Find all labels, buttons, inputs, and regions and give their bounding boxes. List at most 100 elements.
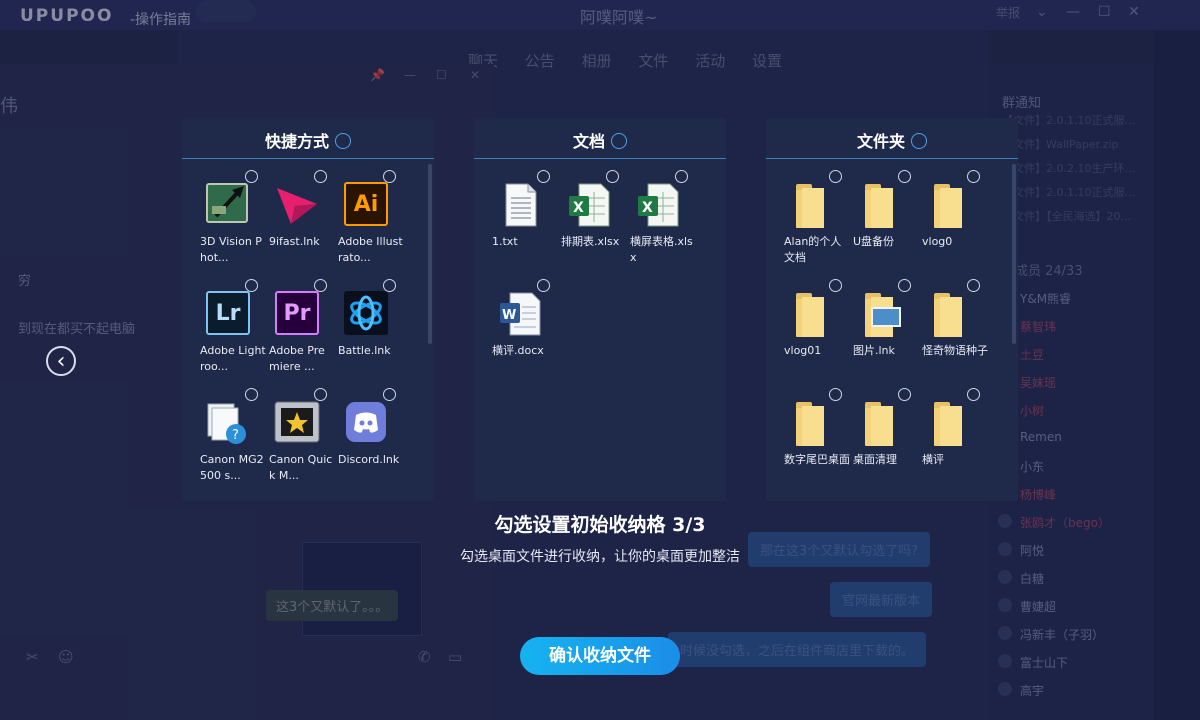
panel-title: 文件夹	[856, 132, 905, 151]
folder-icon	[788, 398, 836, 446]
select-checkbox[interactable]	[606, 170, 619, 183]
file-label: 1.txt	[492, 235, 518, 248]
panel-shortcuts: 快捷方式 3D Vision Phot... 9ifast.lnk Ai Ado…	[182, 118, 434, 501]
lightroom-icon: Lr	[204, 289, 252, 337]
select-checkbox[interactable]	[245, 170, 258, 183]
panel-documents: 文档 1.txt X 排期表.xlsx X 横屏表格.xlsx W 横评.doc…	[474, 118, 726, 501]
select-all-checkbox[interactable]	[911, 133, 927, 149]
select-checkbox[interactable]	[383, 388, 396, 401]
file-tile[interactable]: 桌面清理	[853, 388, 919, 496]
file-tile[interactable]: 9ifast.lnk	[269, 170, 335, 278]
select-checkbox[interactable]	[829, 388, 842, 401]
excel-file-icon: X	[634, 180, 682, 228]
folder-icon	[788, 180, 836, 228]
3d-vision-icon	[204, 180, 252, 228]
file-tile[interactable]: X 横屏表格.xlsx	[630, 170, 696, 278]
picture-folder-icon	[857, 289, 905, 337]
file-label: 横屏表格.xlsx	[630, 235, 693, 264]
file-tile[interactable]: vlog01	[784, 279, 850, 387]
file-label: vlog01	[784, 344, 822, 357]
file-tile[interactable]: ? Canon MG2500 s...	[200, 388, 266, 496]
select-all-checkbox[interactable]	[611, 133, 627, 149]
file-tile[interactable]: Discord.lnk	[338, 388, 404, 496]
file-label: U盘备份	[853, 235, 895, 248]
folder-icon	[926, 398, 974, 446]
file-tile[interactable]: Pr Adobe Premiere ...	[269, 279, 335, 387]
select-checkbox[interactable]	[537, 279, 550, 292]
select-checkbox[interactable]	[537, 170, 550, 183]
canon-quick-menu-icon	[273, 398, 321, 446]
select-checkbox[interactable]	[245, 279, 258, 292]
file-tile[interactable]: Alan的个人文档	[784, 170, 850, 278]
file-tile[interactable]: 数字尾巴桌面	[784, 388, 850, 496]
file-tile[interactable]: vlog0	[922, 170, 988, 278]
word-file-icon: W	[496, 289, 544, 337]
select-checkbox[interactable]	[898, 388, 911, 401]
svg-text:X: X	[642, 200, 653, 216]
file-label: 怪奇物语种子	[922, 344, 988, 357]
folder-icon	[788, 289, 836, 337]
file-tile[interactable]: Ai Adobe Illustrato...	[338, 170, 404, 278]
select-checkbox[interactable]	[314, 170, 327, 183]
file-label: 9ifast.lnk	[269, 235, 320, 248]
file-label: Adobe Lightroo...	[200, 344, 266, 373]
confirm-storage-button[interactable]: 确认收纳文件	[520, 637, 680, 675]
select-checkbox[interactable]	[383, 279, 396, 292]
folder-icon	[926, 180, 974, 228]
file-label: Alan的个人文档	[784, 235, 842, 264]
premiere-icon: Pr	[273, 289, 321, 337]
file-label: Discord.lnk	[338, 453, 400, 466]
file-label: Battle.lnk	[338, 344, 391, 357]
select-checkbox[interactable]	[829, 279, 842, 292]
select-checkbox[interactable]	[314, 388, 327, 401]
select-checkbox[interactable]	[675, 170, 688, 183]
panel-scrollbar[interactable]	[428, 164, 432, 344]
file-label: 横评.docx	[492, 344, 544, 357]
panel-header: 文档	[474, 118, 726, 159]
file-tile[interactable]: Battle.lnk	[338, 279, 404, 387]
select-checkbox[interactable]	[245, 388, 258, 401]
file-label: Canon Quick M...	[269, 453, 333, 482]
panel-scrollbar[interactable]	[1012, 164, 1016, 344]
file-tile[interactable]: 图片.lnk	[853, 279, 919, 387]
file-tile[interactable]: Lr Adobe Lightroo...	[200, 279, 266, 387]
panel-header: 文件夹	[766, 118, 1018, 159]
file-label: 3D Vision Phot...	[200, 235, 262, 264]
svg-text:?: ?	[232, 428, 239, 443]
select-checkbox[interactable]	[829, 170, 842, 183]
folder-icon	[926, 289, 974, 337]
text-file-icon	[496, 180, 544, 228]
select-checkbox[interactable]	[967, 170, 980, 183]
panel-header: 快捷方式	[182, 118, 434, 159]
previous-step-button[interactable]: ‹	[46, 346, 76, 376]
file-label: 桌面清理	[853, 453, 897, 466]
select-checkbox[interactable]	[314, 279, 327, 292]
select-checkbox[interactable]	[967, 279, 980, 292]
file-tile[interactable]: Canon Quick M...	[269, 388, 335, 496]
select-all-checkbox[interactable]	[335, 133, 351, 149]
file-tile[interactable]: 3D Vision Phot...	[200, 170, 266, 278]
folder-icon	[857, 180, 905, 228]
select-checkbox[interactable]	[383, 170, 396, 183]
file-tile[interactable]: 怪奇物语种子	[922, 279, 988, 387]
file-tile[interactable]: W 横评.docx	[492, 279, 558, 387]
9ifast-icon	[273, 180, 321, 228]
file-label: vlog0	[922, 235, 953, 248]
select-checkbox[interactable]	[898, 170, 911, 183]
guide-step-title: 勾选设置初始收纳格 3/3	[494, 514, 706, 536]
excel-file-icon: X	[565, 180, 613, 228]
battlenet-icon	[342, 289, 390, 337]
discord-icon	[342, 398, 390, 446]
file-label: 数字尾巴桌面	[784, 453, 850, 466]
panel-title: 快捷方式	[264, 132, 329, 151]
file-tile[interactable]: 1.txt	[492, 170, 558, 278]
file-tile[interactable]: X 排期表.xlsx	[561, 170, 627, 278]
guide-step-description: 勾选桌面文件进行收纳，让你的桌面更加整洁	[460, 549, 740, 565]
file-label: 排期表.xlsx	[561, 235, 620, 248]
svg-text:X: X	[573, 200, 584, 216]
file-tile[interactable]: U盘备份	[853, 170, 919, 278]
illustrator-icon: Ai	[342, 180, 390, 228]
select-checkbox[interactable]	[967, 388, 980, 401]
select-checkbox[interactable]	[898, 279, 911, 292]
file-tile[interactable]: 横评	[922, 388, 988, 496]
